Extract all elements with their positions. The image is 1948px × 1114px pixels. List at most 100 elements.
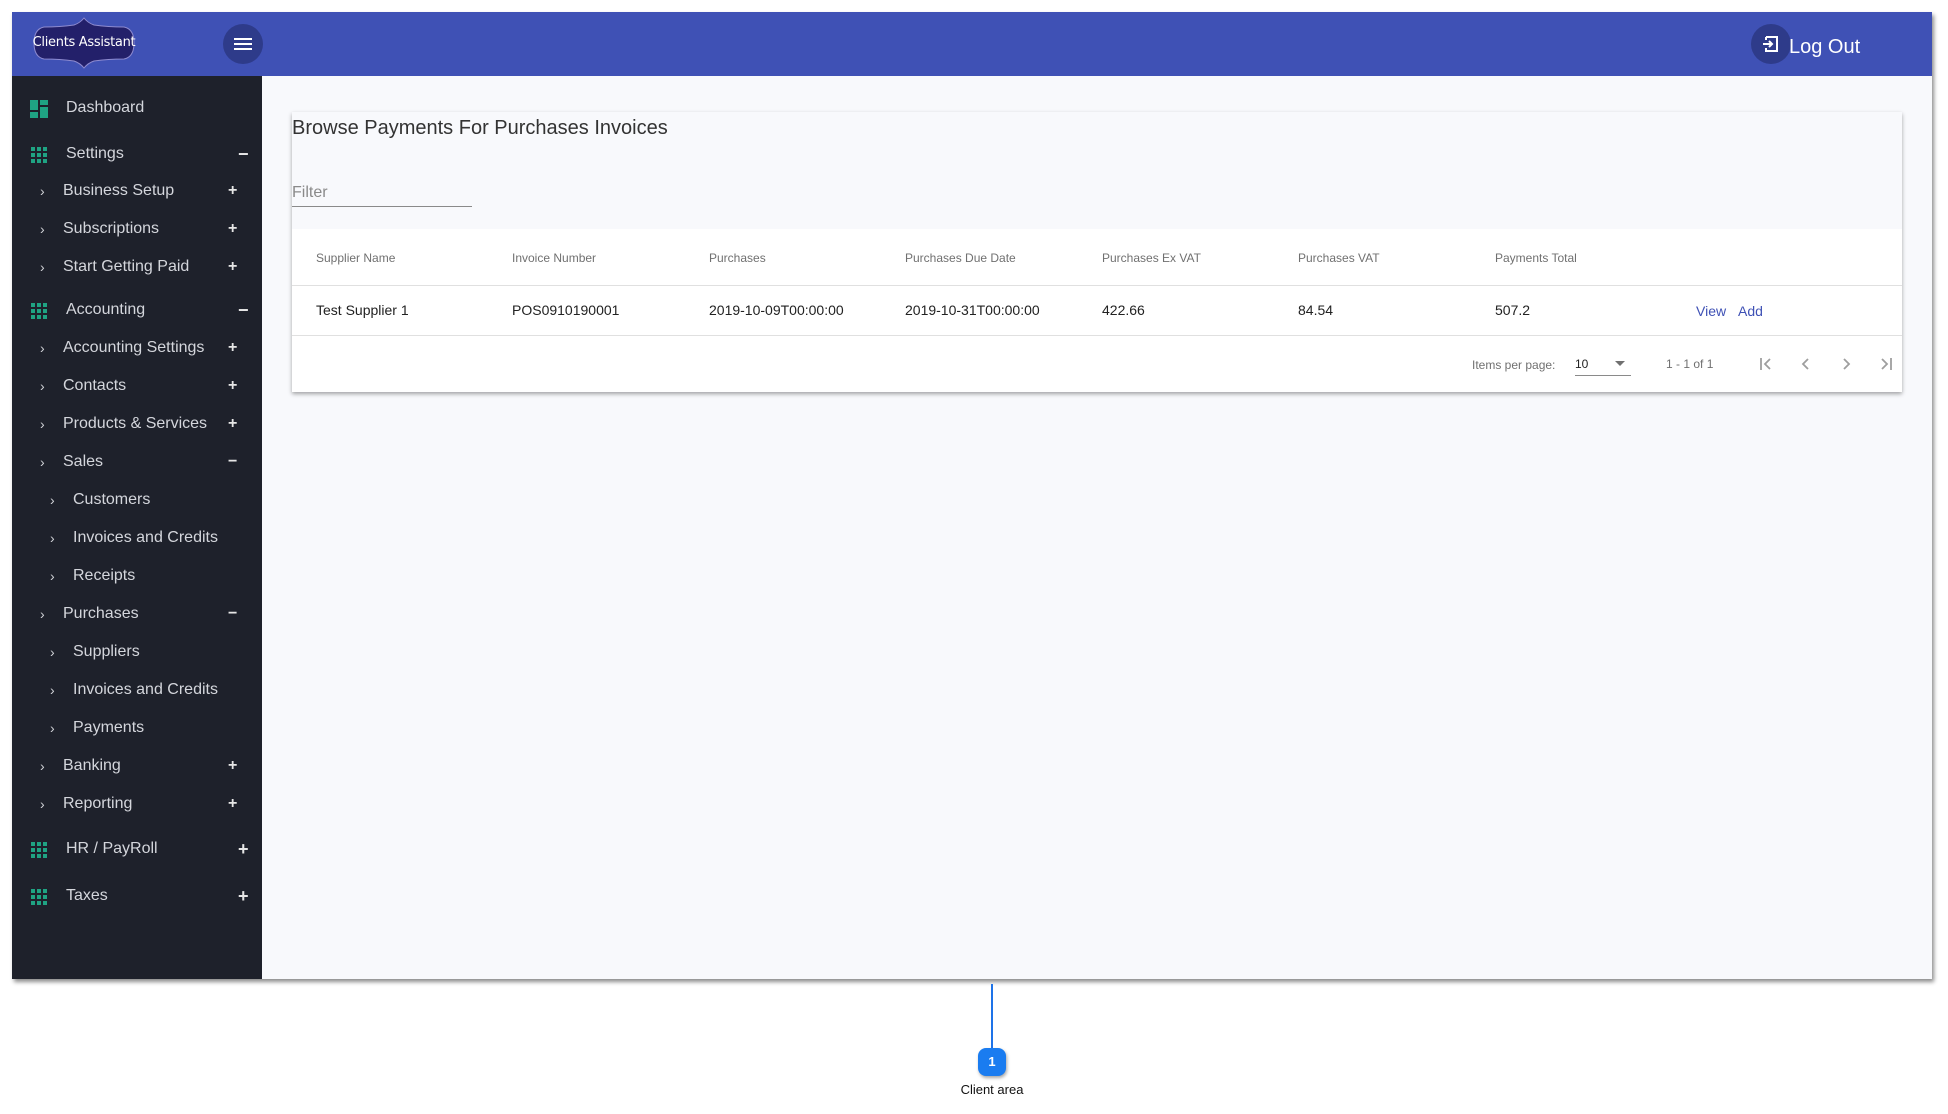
sidebar-item-label: Receipts: [73, 567, 136, 584]
sidebar-item-label: Invoices and Credits: [73, 681, 218, 698]
collapse-minus-icon[interactable]: −: [238, 300, 249, 321]
items-per-page-select[interactable]: 10: [1575, 353, 1631, 376]
sidebar-item-label: Subscriptions: [63, 220, 160, 237]
sidebar-item-label: Taxes: [66, 887, 108, 904]
hamburger-menu-icon: [234, 38, 252, 50]
sidebar-item-payments[interactable]: › Payments: [12, 711, 262, 745]
chevron-right-icon: ›: [40, 221, 45, 237]
sidebar-item-business-setup[interactable]: › Business Setup +: [12, 174, 262, 208]
chevron-right-icon: ›: [50, 568, 55, 584]
collapse-minus-icon[interactable]: −: [228, 453, 237, 471]
last-page-icon: [1881, 358, 1892, 370]
logo-text: Clients Assistant: [32, 35, 136, 50]
cell-purchases-ex-vat: 422.66: [1102, 302, 1145, 318]
sidebar-item-reporting[interactable]: › Reporting +: [12, 787, 262, 821]
sidebar-item-banking[interactable]: › Banking +: [12, 749, 262, 783]
dashboard-icon: [30, 100, 48, 118]
sidebar-item-suppliers[interactable]: › Suppliers: [12, 635, 262, 669]
sidebar-item-label: Start Getting Paid: [63, 258, 190, 275]
sidebar-item-dashboard[interactable]: Dashboard: [12, 88, 262, 128]
chevron-right-icon: ›: [40, 796, 45, 812]
sidebar-item-label: HR / PayRoll: [66, 840, 158, 857]
first-page-icon: [1760, 358, 1771, 370]
expand-plus-icon[interactable]: +: [228, 415, 237, 433]
sidebar-item-customers[interactable]: › Customers: [12, 483, 262, 517]
page-title: Browse Payments For Purchases Invoices: [292, 117, 668, 139]
items-per-page-value: 10: [1575, 357, 1589, 371]
expand-plus-icon[interactable]: +: [228, 377, 237, 395]
sidebar-item-accounting[interactable]: Accounting −: [12, 290, 262, 330]
expand-plus-icon[interactable]: +: [238, 886, 249, 907]
column-header-payments-total[interactable]: Payments Total: [1495, 251, 1577, 265]
chevron-right-icon: ›: [40, 340, 45, 356]
callout-leader-line: [991, 984, 993, 1048]
logout-button[interactable]: Log Out: [1751, 24, 1862, 64]
menu-toggle-button[interactable]: [223, 24, 263, 64]
sidebar-item-hr-payroll[interactable]: HR / PayRoll +: [12, 829, 262, 869]
sidebar-item-label: Accounting Settings: [63, 339, 205, 356]
previous-page-button[interactable]: [1792, 350, 1820, 378]
collapse-minus-icon[interactable]: −: [238, 144, 249, 165]
chevron-left-icon: [1801, 358, 1809, 370]
sidebar-item-invoices-and-credits[interactable]: › Invoices and Credits: [12, 521, 262, 555]
sidebar-item-settings[interactable]: Settings −: [12, 134, 262, 174]
sidebar-item-accounting-settings[interactable]: › Accounting Settings +: [12, 331, 262, 365]
app-window: Clients Assistant Log Out Dashboard Setti…: [12, 12, 1932, 979]
sidebar-item-label: Customers: [73, 491, 151, 508]
first-page-button[interactable]: [1752, 350, 1780, 378]
sidebar-item-label: Suppliers: [73, 643, 140, 660]
apps-grid-icon: [30, 302, 48, 320]
expand-plus-icon[interactable]: +: [228, 258, 237, 276]
next-page-button[interactable]: [1832, 350, 1860, 378]
sidebar-item-label: Settings: [66, 145, 124, 162]
app-logo[interactable]: Clients Assistant: [30, 17, 138, 69]
view-link[interactable]: View: [1696, 303, 1726, 319]
sidebar-item-taxes[interactable]: Taxes +: [12, 876, 262, 916]
sidebar-item-label: Reporting: [63, 795, 133, 812]
sidebar-item-invoices-and-credits[interactable]: › Invoices and Credits: [12, 673, 262, 707]
sidebar-item-label: Dashboard: [66, 99, 145, 116]
filter-input[interactable]: [292, 180, 472, 207]
chevron-right-icon: ›: [40, 758, 45, 774]
chevron-right-icon: ›: [50, 682, 55, 698]
payments-table: Supplier Name Invoice Number Purchases P…: [292, 229, 1902, 392]
sidebar-item-contacts[interactable]: › Contacts +: [12, 369, 262, 403]
sidebar-item-label: Business Setup: [63, 182, 175, 199]
sidebar-item-label: Contacts: [63, 377, 127, 394]
column-header-purchases-due-date[interactable]: Purchases Due Date: [905, 251, 1016, 265]
column-header-purchases-ex-vat[interactable]: Purchases Ex VAT: [1102, 251, 1201, 265]
apps-grid-icon: [30, 146, 48, 164]
cell-supplier-name: Test Supplier 1: [316, 302, 409, 318]
expand-plus-icon[interactable]: +: [228, 339, 237, 357]
column-header-supplier-name[interactable]: Supplier Name: [316, 251, 395, 265]
sidebar-item-label: Products & Services: [63, 415, 208, 432]
chevron-right-icon: ›: [40, 378, 45, 394]
expand-plus-icon[interactable]: +: [228, 795, 237, 813]
logout-icon-wrapper: [1751, 24, 1791, 64]
sidebar-item-sales[interactable]: › Sales −: [12, 445, 262, 479]
callout-badge: 1: [978, 1048, 1006, 1076]
items-per-page-label: Items per page:: [1472, 358, 1556, 372]
column-header-purchases[interactable]: Purchases: [709, 251, 766, 265]
sidebar-item-label: Sales: [63, 453, 104, 470]
sidebar-item-start-getting-paid[interactable]: › Start Getting Paid +: [12, 250, 262, 284]
column-header-purchases-vat[interactable]: Purchases VAT: [1298, 251, 1380, 265]
cell-purchases-vat: 84.54: [1298, 302, 1334, 318]
collapse-minus-icon[interactable]: −: [228, 605, 237, 623]
sidebar-item-label: Purchases: [63, 605, 139, 622]
apps-grid-icon: [30, 841, 48, 859]
sidebar-item-purchases[interactable]: › Purchases −: [12, 597, 262, 631]
sidebar-item-products-services[interactable]: › Products & Services +: [12, 407, 262, 441]
last-page-button[interactable]: [1872, 350, 1900, 378]
column-header-invoice-number[interactable]: Invoice Number: [512, 251, 596, 265]
expand-plus-icon[interactable]: +: [228, 182, 237, 200]
expand-plus-icon[interactable]: +: [228, 757, 237, 775]
add-link[interactable]: Add: [1738, 303, 1763, 319]
sidebar-item-subscriptions[interactable]: › Subscriptions +: [12, 212, 262, 246]
expand-plus-icon[interactable]: +: [228, 220, 237, 238]
cell-purchases-due-date: 2019-10-31T00:00:00: [905, 302, 1040, 318]
chevron-right-icon: ›: [40, 416, 45, 432]
dropdown-arrow-icon: [1615, 361, 1625, 366]
expand-plus-icon[interactable]: +: [238, 839, 249, 860]
sidebar-item-receipts[interactable]: › Receipts: [12, 559, 262, 593]
